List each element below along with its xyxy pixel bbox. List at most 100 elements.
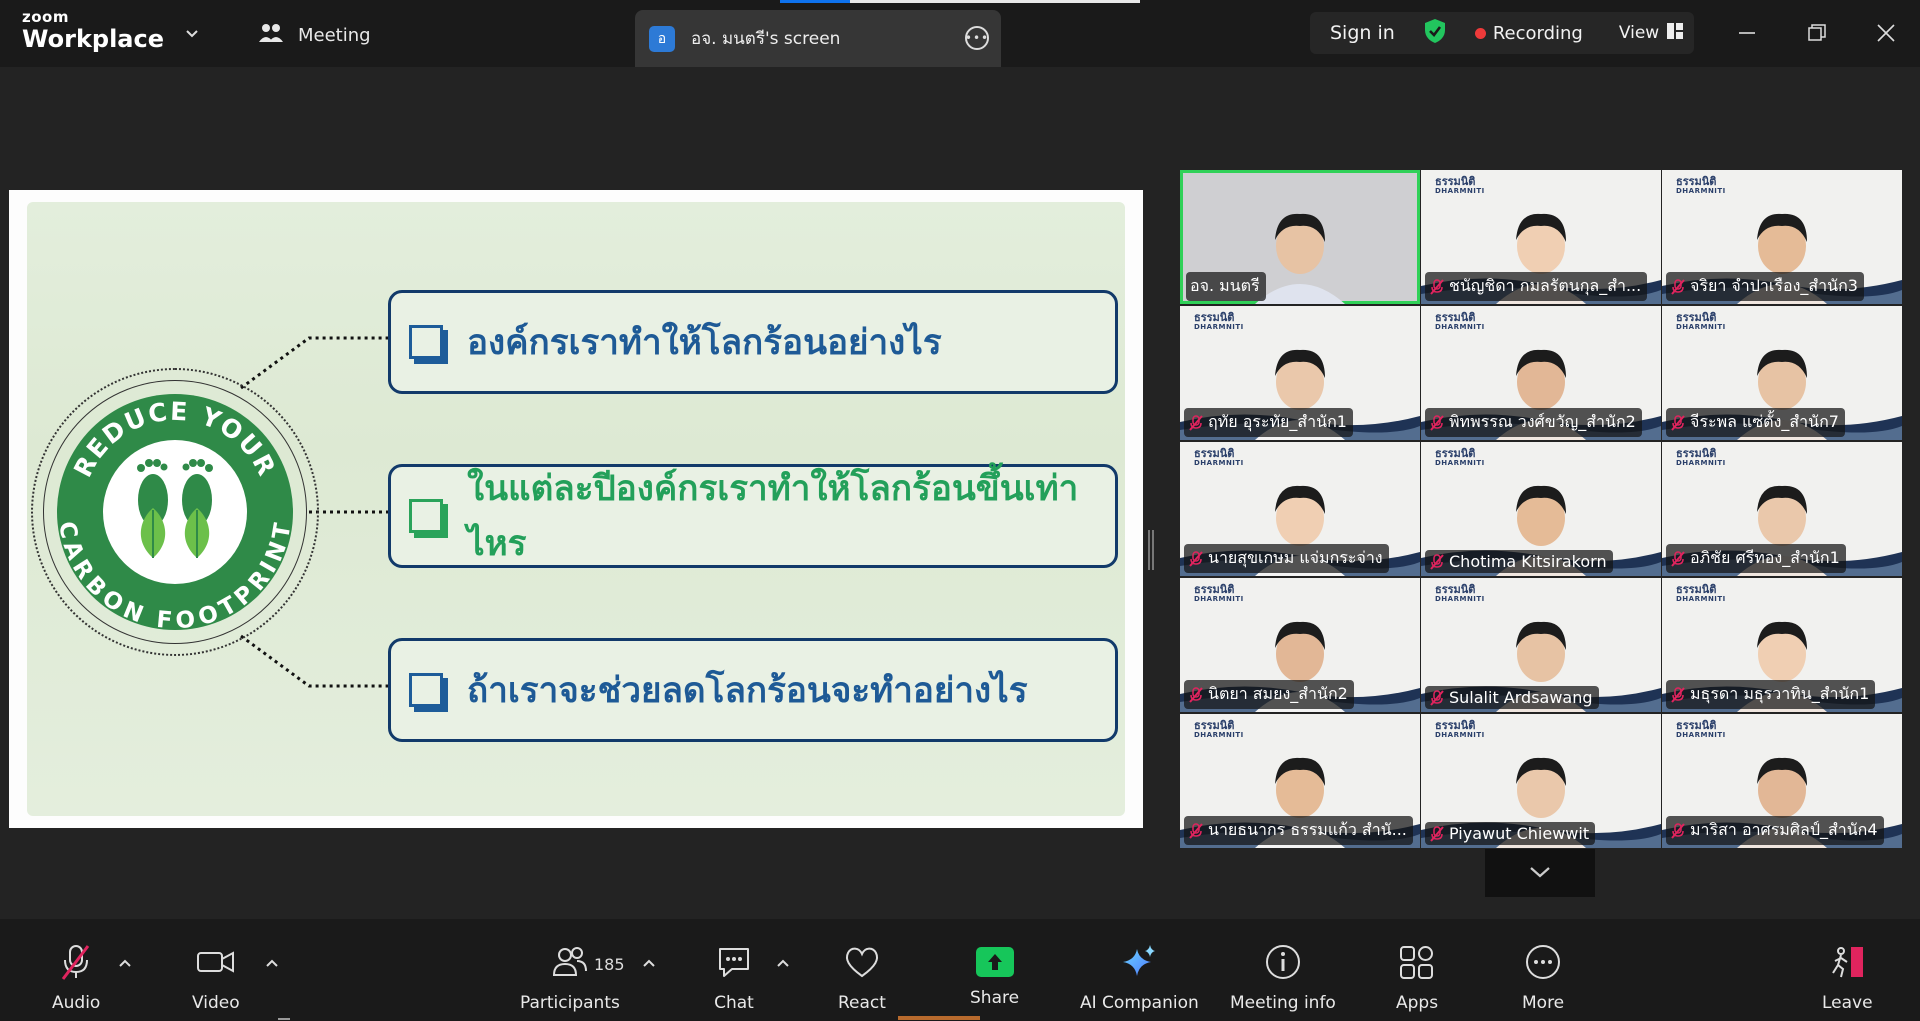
question-text-2: ในแต่ละปีองค์กรเราทำให้โลกร้อนขึ้นเท่าไห… — [467, 469, 1079, 564]
participant-video-tile[interactable]: ธรรมนิติ DHARMNITI ฤทัย อุระทัย_สำนัก1 — [1180, 306, 1420, 440]
participant-name-tag: อจ. มนตรี — [1186, 272, 1266, 301]
more-button[interactable]: More — [1522, 943, 1564, 1013]
participant-name: Piyawut Chiewwit — [1449, 824, 1590, 843]
participants-group-icon — [258, 22, 284, 49]
participant-name-tag: Chotima Kitsirakorn — [1425, 550, 1613, 573]
grid-view-icon[interactable] — [1667, 23, 1684, 43]
brand-en: DHARMNITI — [1676, 187, 1726, 195]
virtual-background-logo: ธรรมนิติ DHARMNITI — [1435, 176, 1485, 195]
participant-video-tile[interactable]: ธรรมนิติ DHARMNITI ชนัญชิดา กมลรัตนกุล_สำ.… — [1421, 170, 1661, 304]
participant-video-tile[interactable]: ธรรมนิติ DHARMNITI มธุรดา มธุรวาทิน_สำนัก1 — [1662, 578, 1902, 712]
shield-check-icon[interactable] — [1423, 18, 1447, 48]
participant-name: มธุรดา มธุรวาทิน_สำนัก1 — [1690, 684, 1870, 703]
more-options-icon[interactable]: ••• — [965, 26, 989, 50]
audio-button[interactable]: Audio — [52, 943, 100, 1013]
virtual-background-logo: ธรรมนิติ DHARMNITI — [1194, 720, 1244, 739]
participant-video-tile[interactable]: ธรรมนิติ DHARMNITI Sulalit Ardsawang — [1421, 578, 1661, 712]
participant-name: ฤทัย อุระทัย_สำนัก1 — [1208, 412, 1347, 431]
participant-video-tile[interactable]: ธรรมนิติ DHARMNITI นายสุขเกษม แจ่มกระจ่าง — [1180, 442, 1420, 576]
participant-name-tag: พิทพรรณ วงศ์ขวัญ_สำนัก2 — [1425, 408, 1642, 437]
carbon-footprint-badge: REDUCE YOUR CARBON FOOTPRINT — [53, 394, 295, 634]
leave-button[interactable]: Leave — [1822, 943, 1873, 1013]
audio-options-caret-icon[interactable] — [118, 955, 132, 969]
participant-name: นายสุขเกษม แจ่มกระจ่าง — [1208, 548, 1383, 567]
virtual-background-logo: ธรรมนิติ DHARMNITI — [1676, 176, 1726, 195]
question-text-1: องค์กรเราทำให้โลกร้อนอย่างไร — [467, 322, 942, 363]
participant-video-tile[interactable]: ธรรมนิติ DHARMNITI นิตยา สมยง_สำนัก2 — [1180, 578, 1420, 712]
virtual-background-logo: ธรรมนิติ DHARMNITI — [1435, 720, 1485, 739]
video-options-caret-icon[interactable] — [265, 955, 279, 969]
participants-icon — [550, 943, 590, 986]
share-button[interactable]: Share — [970, 943, 1019, 1008]
react-label: React — [838, 993, 886, 1013]
participant-name: Sulalit Ardsawang — [1449, 688, 1593, 707]
participant-name-tag: นิตยา สมยง_สำนัก2 — [1184, 680, 1354, 709]
react-button[interactable]: React — [838, 943, 886, 1013]
ai-companion-button[interactable]: AI Companion — [1080, 943, 1199, 1013]
sparkle-icon — [1119, 943, 1159, 986]
minimize-icon[interactable] — [1732, 18, 1762, 48]
share-indicator — [898, 1016, 980, 1020]
brand-en: DHARMNITI — [1435, 731, 1485, 739]
participant-video-tile[interactable]: ธรรมนิติ DHARMNITI จีระพล แซ่ตั้ง_สำนัก7 — [1662, 306, 1902, 440]
chat-label: Chat — [714, 993, 754, 1013]
sign-in-link[interactable]: Sign in — [1330, 22, 1395, 44]
video-gallery: อจ. มนตรี ธรรมนิติ DHARMNITI ชนัญชิดา กมลรั… — [1180, 170, 1902, 848]
virtual-background-logo: ธรรมนิติ DHARMNITI — [1194, 448, 1244, 467]
view-button[interactable]: View — [1619, 23, 1659, 43]
chat-options-caret-icon[interactable] — [776, 955, 790, 969]
participant-video-tile[interactable]: ธรรมนิติ DHARMNITI นายธนากร ธรรมแก้ว สำนั.… — [1180, 714, 1420, 848]
video-camera-icon — [196, 943, 236, 986]
question-text-3: ถ้าเราจะช่วยลดโลกร้อนจะทำอย่างไร — [467, 670, 1028, 711]
close-icon[interactable] — [1871, 18, 1901, 48]
shared-screen-label: อจ. มนตรี's screen — [691, 29, 841, 49]
zoom-workplace-logo: zoom Workplace — [22, 8, 165, 53]
brand-en: DHARMNITI — [1194, 323, 1244, 331]
virtual-background-logo: ธรรมนิติ DHARMNITI — [1676, 584, 1726, 603]
tab-shared-screen[interactable]: อ อจ. มนตรี's screen ••• — [635, 10, 1001, 67]
participant-video-tile[interactable]: ธรรมนิติ DHARMNITI อภิชัย ศรีทอง_สำนัก1 — [1662, 442, 1902, 576]
loading-bar-track — [850, 0, 1140, 3]
chat-button[interactable]: Chat — [714, 943, 754, 1013]
restore-icon[interactable] — [1802, 18, 1832, 48]
participant-video-tile[interactable]: ธรรมนิติ DHARMNITI พิทพรรณ วงศ์ขวัญ_สำนัก2 — [1421, 306, 1661, 440]
microphone-muted-icon — [1189, 550, 1203, 567]
participant-video-tile[interactable]: ธรรมนิติ DHARMNITI Chotima Kitsirakorn — [1421, 442, 1661, 576]
microphone-muted-icon — [1189, 822, 1203, 839]
participant-video-tile[interactable]: ธรรมนิติ DHARMNITI มาริสา อาศรมศิลป์_สำนัก… — [1662, 714, 1902, 848]
microphone-muted-icon — [1671, 414, 1685, 431]
status-group: Sign in Recording View — [1310, 12, 1694, 54]
resize-splitter-handle[interactable] — [1148, 530, 1154, 570]
participant-video-tile[interactable]: ธรรมนิติ DHARMNITI Piyawut Chiewwit — [1421, 714, 1661, 848]
participant-name: พิทพรรณ วงศ์ขวัญ_สำนัก2 — [1449, 412, 1636, 431]
video-button[interactable]: Video — [192, 943, 240, 1013]
meeting-info-button[interactable]: Meeting info — [1230, 943, 1336, 1013]
logo-small: zoom — [22, 8, 69, 26]
participants-count: 185 — [594, 955, 625, 974]
virtual-background-logo: ธรรมนิติ DHARMNITI — [1676, 312, 1726, 331]
shared-screen-content: REDUCE YOUR CARBON FOOTPRINT องค์กรเราทำ… — [9, 190, 1143, 828]
share-screen-icon — [975, 947, 1014, 977]
brand-en: DHARMNITI — [1435, 323, 1485, 331]
gallery-next-page-button[interactable] — [1485, 849, 1595, 897]
recording-label[interactable]: Recording — [1493, 23, 1583, 44]
logo-big: Workplace — [22, 25, 165, 53]
brand-en: DHARMNITI — [1435, 187, 1485, 195]
virtual-background-logo: ธรรมนิติ DHARMNITI — [1676, 720, 1726, 739]
participant-name-tag: Piyawut Chiewwit — [1425, 822, 1596, 845]
meeting-menu[interactable]: Meeting — [258, 22, 371, 49]
participants-options-caret-icon[interactable] — [642, 955, 656, 969]
participant-video-tile[interactable]: อจ. มนตรี — [1180, 170, 1420, 304]
brand-en: DHARMNITI — [1194, 731, 1244, 739]
chevron-down-icon[interactable] — [182, 24, 202, 44]
virtual-background-logo: ธรรมนิติ DHARMNITI — [1435, 584, 1485, 603]
apps-button[interactable]: Apps — [1396, 943, 1438, 1013]
participant-name-tag: นายธนากร ธรรมแก้ว สำนั... — [1184, 816, 1413, 845]
meeting-info-label: Meeting info — [1230, 993, 1336, 1013]
recording-dot-icon — [1474, 27, 1486, 39]
loading-bar — [780, 0, 850, 3]
chevron-down-icon — [1529, 864, 1551, 883]
participant-name: อจ. มนตรี — [1190, 276, 1260, 295]
participants-button[interactable]: Participants — [520, 943, 620, 1013]
participant-video-tile[interactable]: ธรรมนิติ DHARMNITI จริยา จำปาเรือง_สำนัก3 — [1662, 170, 1902, 304]
